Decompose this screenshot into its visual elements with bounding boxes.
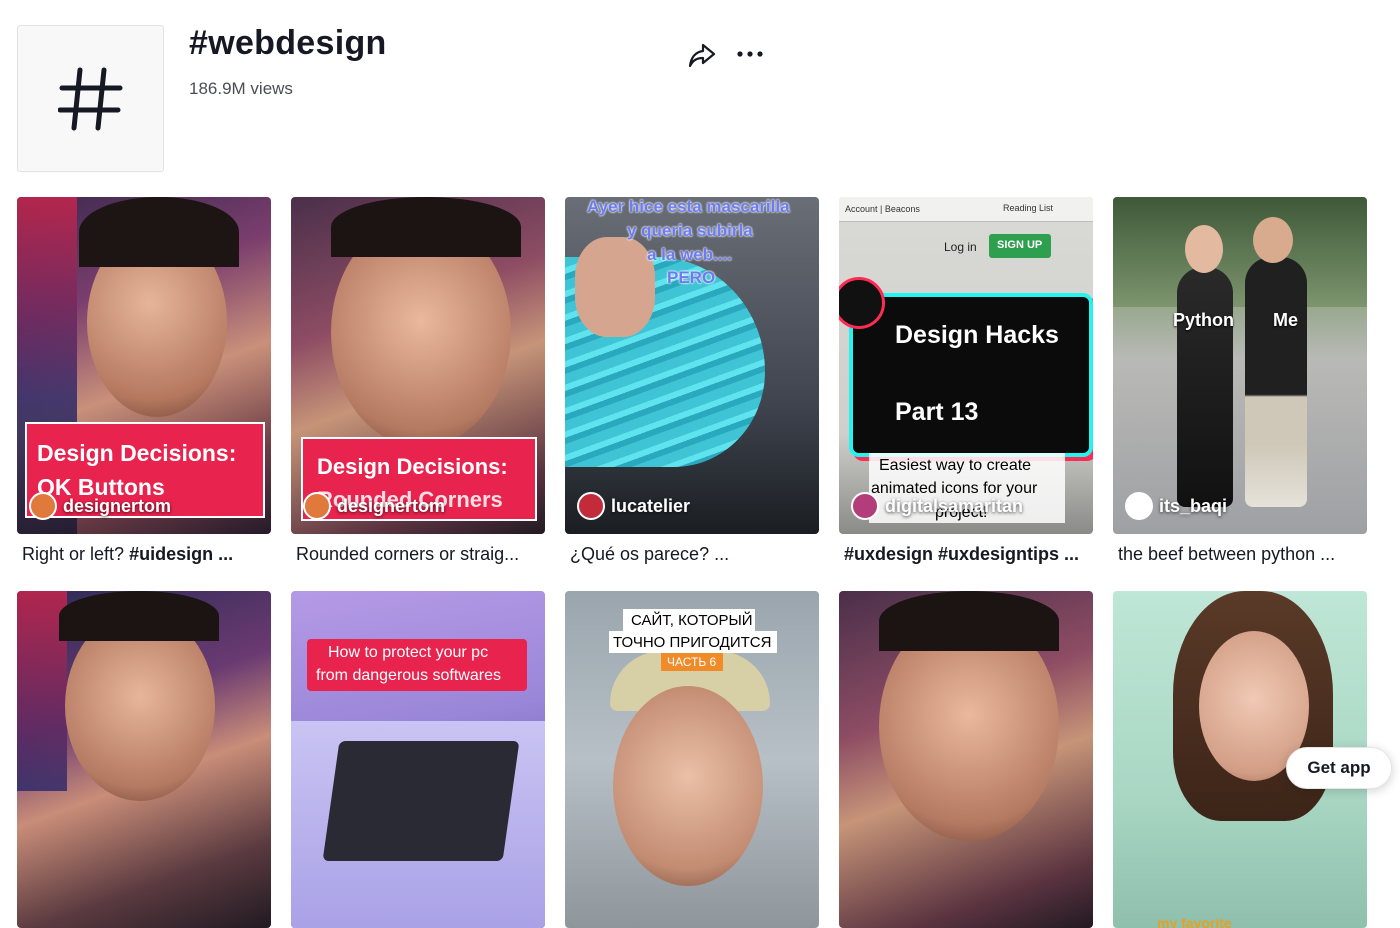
video-grid: Design Decisions: OK Buttons designertom… xyxy=(17,197,1367,928)
avatar xyxy=(1125,492,1153,520)
video-author[interactable]: designertom xyxy=(29,492,171,520)
more-options-button[interactable] xyxy=(734,39,766,71)
video-card[interactable] xyxy=(839,591,1093,928)
video-card[interactable]: Account | Beacons Reading List Log in SI… xyxy=(839,197,1093,568)
video-card[interactable]: How to protect your pc from dangerous so… xyxy=(291,591,545,928)
avatar xyxy=(577,492,605,520)
video-thumbnail[interactable]: Python Me its_baqi xyxy=(1113,197,1367,534)
author-name: designertom xyxy=(337,495,446,516)
video-caption[interactable]: Right or left? #uidesign ... xyxy=(22,544,267,568)
video-thumbnail[interactable] xyxy=(17,591,271,928)
video-author[interactable]: designertom xyxy=(303,492,445,520)
avatar xyxy=(303,492,331,520)
video-caption[interactable]: Rounded corners or straig... xyxy=(296,544,541,568)
video-card[interactable]: САЙТ, КОТОРЫЙ ТОЧНО ПРИГОДИТСЯ ЧАСТЬ 6 xyxy=(565,591,819,928)
overlay-text: Design Decisions: xyxy=(37,440,237,466)
video-caption[interactable]: #uxdesign #uxdesigntips ... xyxy=(844,544,1089,568)
video-card[interactable]: Ayer hice esta mascarilla y queria subir… xyxy=(565,197,819,568)
hashtag-icon xyxy=(57,67,122,130)
overlay-text: Log in xyxy=(944,240,977,254)
overlay-text: ЧАСТЬ 6 xyxy=(667,655,717,669)
overlay-text: a la web.... xyxy=(647,245,733,264)
video-thumbnail[interactable] xyxy=(839,591,1093,928)
view-count: 186.9M views xyxy=(189,79,293,98)
overlay-text: my favorite xyxy=(1157,915,1232,928)
author-name: digitalsamaritan xyxy=(885,495,1024,516)
author-name: designertom xyxy=(63,495,172,516)
video-thumbnail[interactable]: Ayer hice esta mascarilla y queria subir… xyxy=(565,197,819,534)
overlay-text: PERO xyxy=(667,268,716,287)
caption-text: Rounded corners or straig... xyxy=(296,544,520,564)
video-author[interactable]: its_baqi xyxy=(1125,492,1227,520)
overlay-text: Design Decisions: xyxy=(317,454,508,479)
video-thumbnail[interactable]: САЙТ, КОТОРЫЙ ТОЧНО ПРИГОДИТСЯ ЧАСТЬ 6 xyxy=(565,591,819,928)
overlay-text: How to protect your pc xyxy=(328,644,489,661)
video-card[interactable]: Design Decisions: Rounded Corners design… xyxy=(291,197,545,568)
caption-text: Right or left? xyxy=(22,544,130,564)
video-thumbnail[interactable]: Account | Beacons Reading List Log in SI… xyxy=(839,197,1093,534)
hashtag-avatar xyxy=(17,25,164,172)
overlay-text: y queria subirla xyxy=(627,221,753,240)
page-title: #webdesign xyxy=(189,24,387,62)
overlay-text: Easiest way to create xyxy=(879,457,1032,474)
overlay-text: ТОЧНО ПРИГОДИТСЯ xyxy=(613,634,772,651)
video-thumbnail[interactable]: Design Decisions: Rounded Corners design… xyxy=(291,197,545,534)
share-icon xyxy=(688,43,716,68)
video-thumbnail[interactable]: Design Decisions: OK Buttons designertom xyxy=(17,197,271,534)
share-button[interactable] xyxy=(686,39,718,71)
video-caption[interactable]: the beef between python ... xyxy=(1118,544,1363,568)
author-name: its_baqi xyxy=(1159,495,1228,516)
author-name: lucatelier xyxy=(611,495,691,516)
avatar xyxy=(29,492,57,520)
caption-text: the beef between python ... xyxy=(1118,544,1336,564)
more-icon xyxy=(737,51,763,57)
video-caption[interactable]: ¿Qué os parece? ... xyxy=(570,544,815,568)
get-app-button[interactable]: Get app xyxy=(1286,747,1392,789)
overlay-text: SIGN UP xyxy=(997,239,1043,251)
caption-hashtag[interactable]: #uxdesign #uxdesigntips ... xyxy=(844,544,1079,564)
video-thumbnail[interactable]: How to protect your pc from dangerous so… xyxy=(291,591,545,928)
overlay-text: Me xyxy=(1273,310,1299,330)
browser-tab-text: Account | Beacons xyxy=(845,204,920,214)
overlay-text: Python xyxy=(1173,310,1234,330)
video-card[interactable]: Python Me its_baqi the beef between pyth… xyxy=(1113,197,1367,568)
overlay-text: from dangerous softwares xyxy=(316,667,501,684)
video-author[interactable]: lucatelier xyxy=(577,492,690,520)
overlay-text: Ayer hice esta mascarilla xyxy=(587,197,790,216)
overlay-text: Design Hacks xyxy=(895,321,1059,349)
overlay-text: Part 13 xyxy=(895,398,979,426)
caption-text: ¿Qué os parece? ... xyxy=(570,544,730,564)
video-author[interactable]: digitalsamaritan xyxy=(851,492,1023,520)
avatar xyxy=(851,492,879,520)
overlay-text: САЙТ, КОТОРЫЙ xyxy=(631,612,753,629)
video-card[interactable]: Design Decisions: OK Buttons designertom… xyxy=(17,197,271,568)
video-card[interactable] xyxy=(17,591,271,928)
browser-tab-text: Reading List xyxy=(1003,203,1054,213)
caption-hashtag[interactable]: #uidesign ... xyxy=(129,544,233,564)
overlay-banner xyxy=(849,293,1093,457)
